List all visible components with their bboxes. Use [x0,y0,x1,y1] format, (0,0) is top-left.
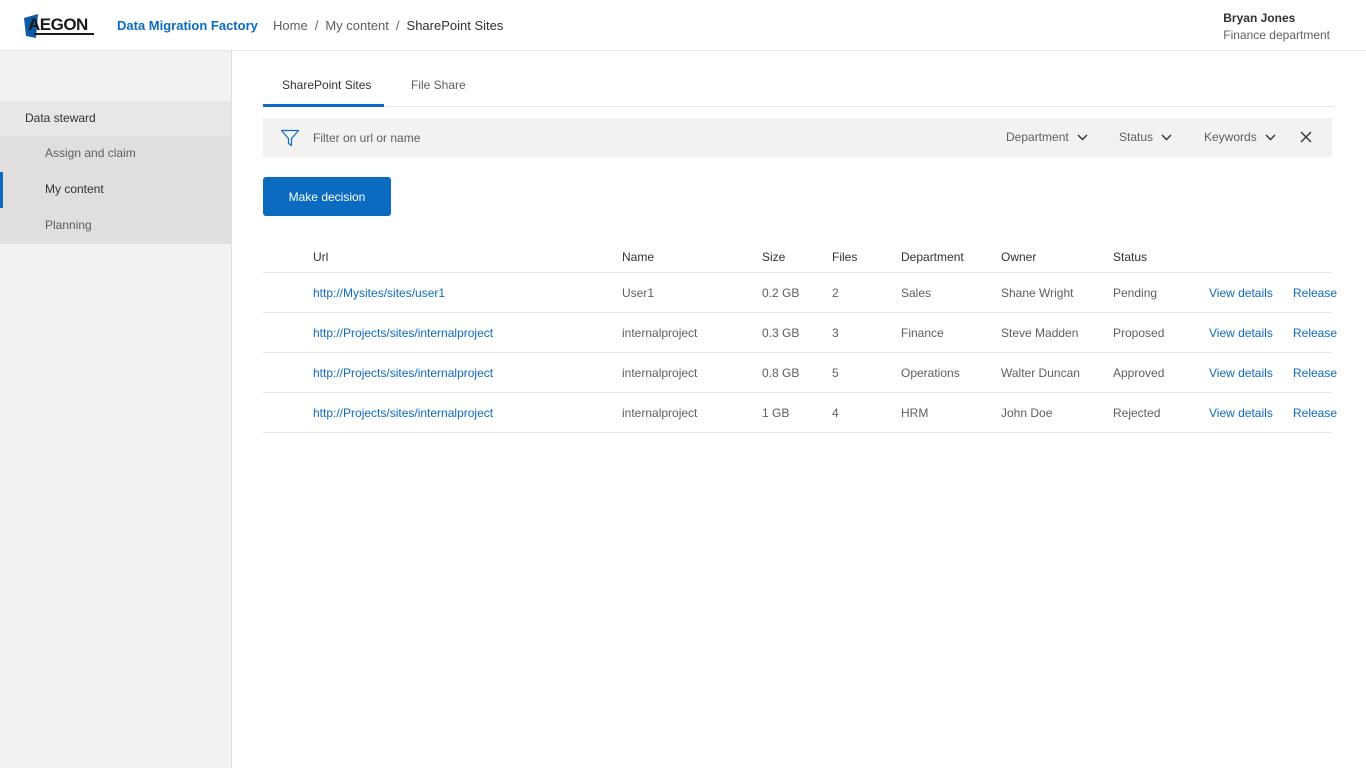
row-department: HRM [901,406,929,420]
table-row[interactable]: http://Projects/sites/internalproject in… [263,313,1337,353]
row-status: Proposed [1113,326,1165,340]
department-dropdown-label: Department [1006,130,1069,144]
row-size: 0.8 GB [762,366,800,380]
row-files: 2 [832,286,839,300]
view-details-link[interactable]: View details [1209,286,1273,300]
table-header: Url Name Size Files Department Owner Sta… [263,237,1332,273]
sidebar-item-planning[interactable]: Planning [0,208,231,244]
table-row[interactable]: http://Projects/sites/internalproject in… [263,393,1337,433]
close-icon[interactable] [1299,130,1313,144]
filter-bar: Department Status Keywords [263,118,1332,157]
keywords-dropdown-label: Keywords [1204,130,1257,144]
keywords-dropdown[interactable]: Keywords [1204,130,1276,144]
tab-sharepoint-sites[interactable]: SharePoint Sites [282,78,371,92]
row-url-link[interactable]: http://Mysites/sites/user1 [313,286,445,300]
row-department: Sales [901,286,932,300]
release-link[interactable]: Release [1293,326,1337,340]
aegon-logo[interactable]: AEGON [24,12,96,38]
row-url-link[interactable]: http://Projects/sites/internalproject [313,326,493,340]
column-header-files[interactable]: Files [832,250,857,264]
column-header-status[interactable]: Status [1113,250,1147,264]
department-dropdown[interactable]: Department [1006,130,1088,144]
row-name: User1 [622,286,655,300]
breadcrumb-my-content[interactable]: My content [325,18,389,33]
release-link[interactable]: Release [1293,286,1337,300]
tab-bar: SharePoint Sites File Share [263,51,1333,107]
column-header-department[interactable]: Department [901,250,964,264]
row-url-link[interactable]: http://Projects/sites/internalproject [313,406,493,420]
row-size: 1 GB [762,406,790,420]
column-header-size[interactable]: Size [762,250,785,264]
status-dropdown-label: Status [1119,130,1154,144]
sidebar-item-assign-and-claim[interactable]: Assign and claim [0,136,231,172]
chevron-down-icon [1077,134,1088,140]
chevron-down-icon [1265,134,1276,140]
chevron-down-icon [1161,134,1172,140]
breadcrumb-separator: / [395,18,400,33]
make-decision-button[interactable]: Make decision [263,177,391,216]
row-department: Finance [901,326,944,340]
filter-icon [280,129,300,147]
row-status: Approved [1113,366,1165,380]
row-url-link[interactable]: http://Projects/sites/internalproject [313,366,493,380]
view-details-link[interactable]: View details [1209,366,1273,380]
user-name: Bryan Jones [1223,11,1296,25]
row-files: 3 [832,326,839,340]
active-tab-indicator [263,104,384,107]
sidebar-item-my-content[interactable]: My content [0,172,231,208]
tab-file-share[interactable]: File Share [411,78,466,92]
breadcrumb-current: SharePoint Sites [406,18,504,33]
column-header-owner[interactable]: Owner [1001,250,1036,264]
row-status: Rejected [1113,406,1161,420]
table-row[interactable]: http://Mysites/sites/user1 User1 0.2 GB … [263,273,1337,313]
filter-input[interactable] [313,131,713,145]
row-status: Pending [1113,286,1158,300]
nav-group-header[interactable]: Data steward [0,101,231,136]
app-title[interactable]: Data Migration Factory [117,18,258,33]
user-department: Finance department [1223,28,1330,42]
content-table: Url Name Size Files Department Owner Sta… [263,237,1337,433]
row-name: internalproject [622,406,698,420]
row-owner: Steve Madden [1001,326,1079,340]
row-size: 0.2 GB [762,286,800,300]
app-header: AEGON Data Migration Factory Home / My c… [0,0,1366,51]
row-owner: Walter Duncan [1001,366,1080,380]
release-link[interactable]: Release [1293,406,1337,420]
row-name: internalproject [622,366,698,380]
status-dropdown[interactable]: Status [1119,130,1172,144]
sidebar: Data steward Assign and claim My content… [0,51,232,768]
nav-items: Assign and claim My content Planning [0,136,231,244]
row-department: Operations [901,366,960,380]
column-header-url[interactable]: Url [313,250,328,264]
breadcrumb-separator: / [314,18,319,33]
view-details-link[interactable]: View details [1209,326,1273,340]
main-content: SharePoint Sites File Share Department S… [263,51,1337,433]
row-size: 0.3 GB [762,326,800,340]
row-owner: Shane Wright [1001,286,1074,300]
view-details-link[interactable]: View details [1209,406,1273,420]
row-owner: John Doe [1001,406,1053,420]
nav-group-data-steward: Data steward Assign and claim My content… [0,101,231,244]
row-name: internalproject [622,326,698,340]
row-files: 4 [832,406,839,420]
row-files: 5 [832,366,839,380]
user-info[interactable]: Bryan Jones Finance department [1223,11,1330,42]
release-link[interactable]: Release [1293,366,1337,380]
breadcrumb: Home / My content / SharePoint Sites [273,18,503,33]
column-header-name[interactable]: Name [622,250,654,264]
breadcrumb-home[interactable]: Home [273,18,308,33]
logo-text: AEGON [28,15,88,34]
table-row[interactable]: http://Projects/sites/internalproject in… [263,353,1337,393]
